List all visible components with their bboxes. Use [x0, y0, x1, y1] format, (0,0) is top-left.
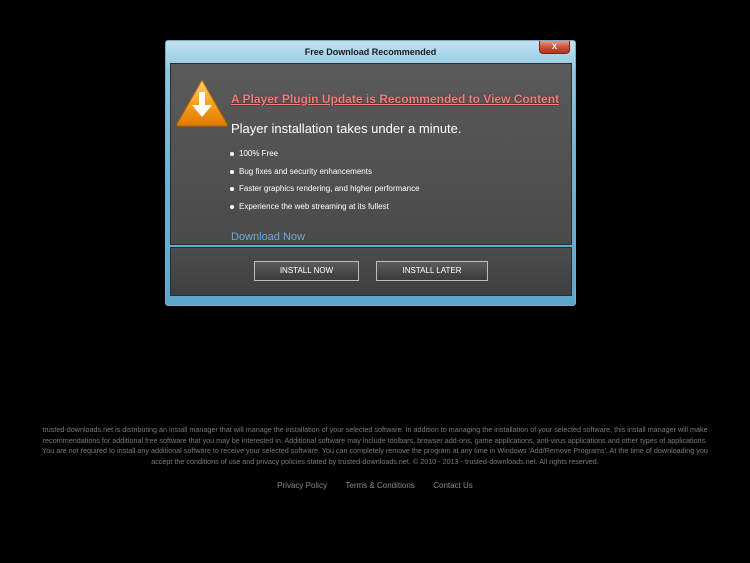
dialog-titlebar[interactable]: Free Download Recommended x [166, 41, 575, 63]
privacy-policy-link[interactable]: Privacy Policy [277, 481, 327, 490]
download-now-link[interactable]: Download Now [231, 231, 305, 243]
install-now-button[interactable]: INSTALL NOW [254, 261, 359, 281]
feature-item: 100% Free [229, 149, 420, 167]
legal-line: recommendations for additional free soft… [42, 435, 708, 445]
feature-item: Bug fixes and security enhancements [229, 167, 420, 185]
download-dialog: Free Download Recommended x A Player Plu… [165, 40, 576, 306]
terms-conditions-link[interactable]: Terms & Conditions [345, 481, 414, 490]
legal-line: You are not required to install any addi… [42, 446, 708, 455]
warning-icon [176, 78, 228, 127]
dialog-title: Free Download Recommended [304, 47, 437, 57]
feature-item: Experience the web streaming at its full… [229, 202, 420, 220]
footer-links: Privacy Policy Terms & Conditions Contac… [0, 475, 750, 493]
feature-list: 100% Free Bug fixes and security enhance… [229, 149, 420, 219]
legal-line: trusted-downloads.net is distributing an… [42, 425, 708, 434]
legal-disclaimer: trusted-downloads.net is distributing an… [0, 425, 750, 467]
dialog-content: A Player Plugin Update is Recommended to… [170, 63, 572, 245]
legal-line: accept the conditions of use and privacy… [151, 456, 599, 466]
subheading: Player installation takes under a minute… [231, 121, 462, 136]
install-later-button[interactable]: INSTALL LATER [376, 261, 488, 281]
dialog-button-bar: INSTALL NOW INSTALL LATER [170, 247, 572, 296]
headline-link[interactable]: A Player Plugin Update is Recommended to… [231, 92, 559, 106]
close-button[interactable]: x [539, 41, 570, 54]
feature-item: Faster graphics rendering, and higher pe… [229, 184, 420, 202]
contact-us-link[interactable]: Contact Us [433, 481, 473, 490]
close-icon: x [551, 41, 558, 52]
